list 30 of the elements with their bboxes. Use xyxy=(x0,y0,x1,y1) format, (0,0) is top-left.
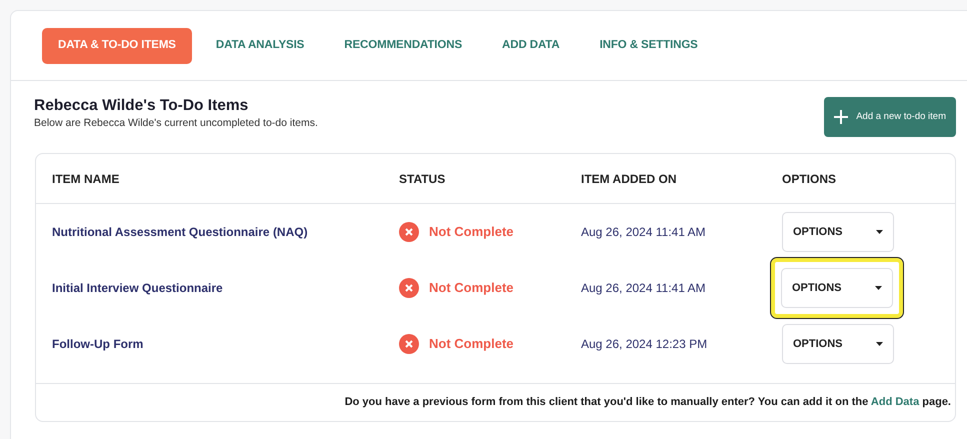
status-text: Not Complete xyxy=(429,279,514,297)
tab[interactable]: INFO & SETTINGS xyxy=(584,28,714,64)
item-name-link[interactable]: Nutritional Assessment Questionnaire (NAQ) xyxy=(52,225,308,239)
caret-icon xyxy=(876,342,883,346)
tab[interactable]: DATA & TO-DO ITEMS xyxy=(42,28,192,64)
footer-note: Do you have a previous form from this client that you'd like to manually enter? You can add it on the Add Data page. xyxy=(344,395,951,410)
column-header: ITEM NAME xyxy=(52,172,120,186)
caret-icon xyxy=(876,230,883,234)
tab[interactable]: RECOMMENDATIONS xyxy=(328,28,478,64)
item-name-link[interactable]: Initial Interview Questionnaire xyxy=(52,281,223,295)
section-subtitle: Below are Rebecca Wilde's current uncompleted to-do items. xyxy=(34,116,318,131)
caret-icon xyxy=(875,286,882,290)
item-name-link[interactable]: Follow-Up Form xyxy=(52,337,144,351)
date-added: Aug 26, 2024 12:23 PM xyxy=(581,337,708,351)
date-added: Aug 26, 2024 11:41 AM xyxy=(581,281,706,295)
status-text: Not Complete xyxy=(429,335,514,353)
add-todo-button[interactable]: Add a new to-do item xyxy=(824,97,956,137)
column-header: OPTIONS xyxy=(782,172,836,186)
status-text: Not Complete xyxy=(429,223,514,241)
tab[interactable]: DATA ANALYSIS xyxy=(200,28,320,64)
tab[interactable]: ADD DATA xyxy=(486,28,576,64)
column-header: ITEM ADDED ON xyxy=(581,172,677,186)
add-data-link[interactable]: Add Data xyxy=(870,396,920,408)
section-title: Rebecca Wilde's To-Do Items xyxy=(34,97,250,116)
date-added: Aug 26, 2024 11:41 AM xyxy=(581,225,706,239)
options-dropdown-button[interactable]: OPTIONS xyxy=(782,212,894,252)
options-dropdown-button[interactable]: OPTIONS xyxy=(782,324,894,364)
column-header: STATUS xyxy=(399,172,446,186)
plus-icon xyxy=(834,110,848,124)
options-dropdown-button[interactable]: OPTIONS xyxy=(781,268,893,308)
